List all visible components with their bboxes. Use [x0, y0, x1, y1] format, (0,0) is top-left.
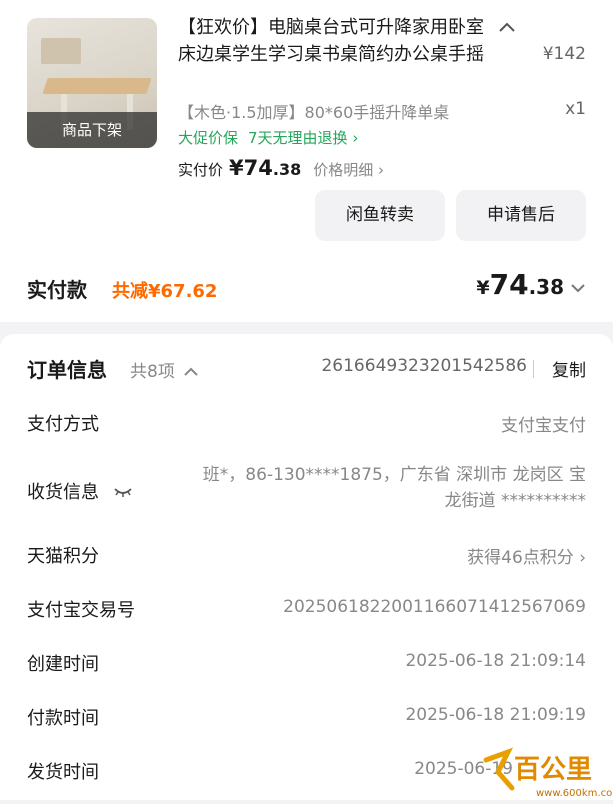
watermark-text: 百公里 — [514, 755, 592, 785]
delisted-label: 商品下架 — [27, 112, 157, 148]
chevron-up-icon — [184, 367, 198, 376]
shipping-info-label-text: 收货信息 — [27, 482, 99, 503]
chevron-up-icon[interactable] — [498, 20, 516, 34]
product-title[interactable]: 【狂欢价】电脑桌台式可升降家用卧室床边桌学生学习桌书桌简约办公桌手摇 — [178, 14, 500, 68]
actual-price-currency: ¥ — [229, 156, 244, 180]
return-policy-tag: 7天无理由退换 › — [248, 129, 359, 147]
resell-button[interactable]: 闲鱼转卖 — [315, 190, 445, 241]
payment-dec: .38 — [528, 275, 564, 299]
actual-price: 实付价 ¥74.38 价格明细 › — [178, 156, 384, 180]
order-info-title: 订单信息 — [27, 358, 107, 382]
divider — [533, 360, 534, 378]
order-number: 2616649323201542586 — [321, 356, 527, 376]
payment-label: 实付款 — [27, 278, 87, 302]
promo-tags[interactable]: 大促价保 7天无理由退换 › — [178, 127, 368, 148]
after-sale-button[interactable]: 申请售后 — [456, 190, 586, 241]
watermark-url: www.600km.com — [536, 788, 613, 799]
payment-method-label: 支付方式 — [27, 414, 99, 435]
copy-button[interactable]: 复制 — [552, 356, 586, 381]
watermark-logo: 百公里 www.600km.com — [478, 742, 613, 800]
tmall-points-label: 天猫积分 — [27, 546, 99, 567]
paid-time-value: 2025-06-18 21:09:19 — [405, 705, 586, 725]
payment-currency: ¥ — [476, 277, 490, 299]
payment-int: 74 — [489, 268, 529, 301]
created-time-label: 创建时间 — [27, 654, 99, 675]
sku-spec: 【木色·1.5加厚】80*60手摇升降单桌 — [178, 103, 450, 122]
chevron-down-icon[interactable] — [570, 282, 586, 294]
paid-time-label: 付款时间 — [27, 708, 99, 729]
actual-price-label: 实付价 — [178, 161, 224, 179]
order-info-count-text: 共8项 — [130, 362, 175, 382]
watermark-icon: 百公里 www.600km.com — [483, 747, 613, 799]
price-protect-tag: 大促价保 — [178, 129, 239, 147]
product-thumbnail[interactable]: 商品下架 — [27, 18, 157, 148]
actual-price-dec: .38 — [272, 160, 302, 179]
quantity: x1 — [565, 99, 586, 119]
tmall-points-value[interactable]: 获得46点积分 › — [467, 543, 586, 568]
payment-method-value: 支付宝支付 — [501, 416, 586, 436]
actual-price-int: 74 — [243, 156, 273, 180]
alipay-trade-label: 支付宝交易号 — [27, 600, 135, 621]
price-detail-link[interactable]: 价格明细 › — [313, 159, 384, 180]
product-card: 商品下架 【狂欢价】电脑桌台式可升降家用卧室床边桌学生学习桌书桌简约办公桌手摇 … — [0, 0, 613, 322]
discount-total: 共减¥67.62 — [112, 281, 218, 302]
alipay-trade-value: 2025061822001166071412567069 — [283, 597, 586, 617]
eye-closed-icon[interactable] — [113, 486, 133, 498]
payment-total[interactable]: ¥74.38 — [476, 268, 586, 301]
order-info-count[interactable]: 共8项 — [130, 357, 198, 382]
shipped-time-label: 发货时间 — [27, 762, 99, 783]
list-price: ¥142 — [542, 44, 586, 64]
created-time-value: 2025-06-18 21:09:14 — [405, 651, 586, 671]
shipping-info-label: 收货信息 — [27, 478, 133, 504]
shipping-info-value: 班*，86-130****1875，广东省 深圳市 龙岗区 宝龙街道 *****… — [202, 465, 586, 511]
